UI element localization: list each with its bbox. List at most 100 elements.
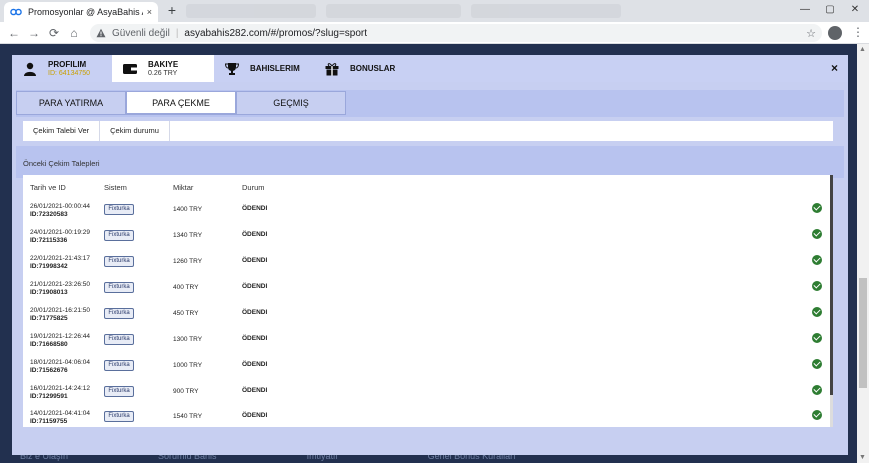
column-header-system: Sistem — [104, 183, 127, 192]
payment-system-badge: Fixturka — [104, 360, 134, 371]
bookmark-star-icon[interactable]: ☆ — [806, 27, 816, 40]
row-amount: 1540 TRY — [173, 413, 203, 420]
tab-my-bets[interactable]: BAHISLERIM — [214, 55, 314, 82]
row-date: 20/01/2021-16:21:50 — [30, 307, 90, 314]
row-date: 26/01/2021-00:00:44 — [30, 203, 90, 210]
table-scrollbar-thumb[interactable] — [830, 175, 833, 395]
site-favicon-icon — [10, 8, 22, 16]
row-id: ID:71998342 — [30, 263, 68, 270]
tab-withdraw[interactable]: PARA ÇEKME — [126, 91, 236, 115]
check-circle-icon — [812, 255, 822, 265]
row-status: ÖDENDI — [242, 257, 268, 264]
home-button[interactable]: ⌂ — [66, 25, 82, 41]
row-date-id: 20/01/2021-16:21:50 ID:71775825 — [30, 307, 90, 323]
row-status: ÖDENDI — [242, 335, 268, 342]
row-date-id: 19/01/2021-12:26:44 ID:71668580 — [30, 333, 90, 349]
tab-history[interactable]: GEÇMIŞ — [236, 91, 346, 115]
tab-balance-label: BAKIYE — [148, 59, 179, 69]
window-close-button[interactable]: ✕ — [843, 0, 867, 20]
table-row: 18/01/2021-04:06:04 ID:71562676 Fixturka … — [23, 356, 828, 382]
forward-button[interactable]: → — [26, 25, 42, 41]
row-status: ÖDENDI — [242, 387, 268, 394]
check-circle-icon — [812, 229, 822, 239]
tab-close-icon[interactable]: × — [147, 7, 152, 17]
payment-system-badge: Fixturka — [104, 230, 134, 241]
tab-deposit[interactable]: PARA YATIRMA — [16, 91, 126, 115]
row-status: ÖDENDI — [242, 231, 268, 238]
column-header-amount: Miktar — [173, 183, 194, 192]
account-modal: PROFILIM ID: 64134750 BAKIYE 0.26 TRY BAHI… — [12, 55, 848, 455]
scrollbar-thumb[interactable] — [859, 278, 867, 388]
gift-icon — [324, 62, 340, 76]
payment-system-badge: Fixturka — [104, 256, 134, 267]
table-row: 21/01/2021-23:26:50 ID:71908013 Fixturka … — [23, 278, 828, 304]
column-header-date: Tarih ve ID — [30, 183, 66, 192]
row-date: 16/01/2021-14:24:12 — [30, 385, 90, 392]
back-button[interactable]: ← — [6, 25, 22, 41]
withdrawals-table: Tarih ve ID Sistem Miktar Durum 26/01/20… — [23, 175, 833, 427]
section-band — [16, 146, 844, 178]
check-circle-icon — [812, 307, 822, 317]
check-circle-icon — [812, 359, 822, 369]
withdraw-request-button[interactable]: Çekim Talebi Ver — [23, 121, 101, 141]
user-id: ID: 64134750 — [48, 69, 91, 77]
row-status: ÖDENDI — [242, 412, 268, 419]
wallet-icon — [122, 62, 138, 76]
row-id: ID:71299591 — [30, 393, 68, 400]
row-amount: 450 TRY — [173, 310, 199, 317]
row-amount: 1400 TRY — [173, 206, 203, 213]
window-maximize-button[interactable]: ▢ — [818, 0, 842, 20]
reload-button[interactable]: ⟳ — [46, 25, 62, 41]
payment-system-badge: Fixturka — [104, 386, 134, 397]
window-minimize-button[interactable]: — — [793, 0, 817, 20]
check-circle-icon — [812, 410, 822, 420]
modal-close-icon[interactable]: × — [831, 61, 838, 75]
tab-bonuses[interactable]: BONUSLAR — [314, 55, 422, 82]
table-row: 24/01/2021-00:19:29 ID:72115336 Fixturka … — [23, 226, 828, 252]
scroll-up-icon[interactable]: ▲ — [859, 46, 866, 53]
payment-system-badge: Fixturka — [104, 282, 134, 293]
page-scrollbar[interactable]: ▲ ▼ — [857, 44, 869, 463]
url-input[interactable]: Güvenli değil | asyabahis282.com/#/promo… — [90, 24, 822, 42]
row-amount: 900 TRY — [173, 388, 199, 395]
table-scrollbar[interactable] — [830, 175, 833, 427]
row-status: ÖDENDI — [242, 361, 268, 368]
payment-subtabs: PARA YATIRMA PARA ÇEKME GEÇMIŞ — [16, 90, 844, 117]
row-amount: 1300 TRY — [173, 336, 203, 343]
row-id: ID:72320583 — [30, 211, 68, 218]
row-date: 18/01/2021-04:06:04 — [30, 359, 90, 366]
row-date-id: 18/01/2021-04:06:04 ID:71562676 — [30, 359, 90, 375]
modal-header: PROFILIM ID: 64134750 BAKIYE 0.26 TRY BAHI… — [12, 55, 848, 82]
row-amount: 1260 TRY — [173, 258, 203, 265]
row-date-id: 14/01/2021-04:41:04 ID:71159755 — [30, 410, 90, 426]
trophy-icon — [224, 62, 240, 76]
payment-system-badge: Fixturka — [104, 204, 134, 215]
browser-address-bar: ← → ⟳ ⌂ Güvenli değil | asyabahis282.com… — [0, 22, 869, 44]
row-id: ID:71562676 — [30, 367, 68, 374]
browser-tab-bar: Promosyonlar @ AsyaBahis Avru × + — ▢ ✕ — [0, 0, 869, 22]
check-circle-icon — [812, 333, 822, 343]
warning-icon[interactable] — [96, 28, 106, 38]
browser-menu-icon[interactable]: ⋮ — [852, 25, 864, 39]
payment-system-badge: Fixturka — [104, 411, 134, 422]
row-date-id: 26/01/2021-00:00:44 ID:72320583 — [30, 203, 90, 219]
table-row: 26/01/2021-00:00:44 ID:72320583 Fixturka … — [23, 200, 828, 226]
column-header-status: Durum — [242, 183, 265, 192]
tab-title: Promosyonlar @ AsyaBahis Avru — [28, 7, 143, 17]
scroll-down-icon[interactable]: ▼ — [859, 454, 866, 461]
background-tabs — [186, 4, 646, 18]
tab-balance[interactable]: BAKIYE 0.26 TRY — [112, 55, 214, 82]
tab-profile[interactable]: PROFILIM ID: 64134750 — [12, 55, 112, 82]
table-row: 20/01/2021-16:21:50 ID:71775825 Fixturka … — [23, 304, 828, 330]
table-row: 16/01/2021-14:24:12 ID:71299591 Fixturka … — [23, 382, 828, 408]
row-date: 14/01/2021-04:41:04 — [30, 410, 90, 417]
new-tab-button[interactable]: + — [164, 3, 180, 19]
withdraw-status-button[interactable]: Çekim durumu — [100, 121, 170, 141]
user-icon — [22, 62, 38, 76]
row-date-id: 22/01/2021-21:43:17 ID:71998342 — [30, 255, 90, 271]
tab-bonuses-label: BONUSLAR — [350, 64, 396, 73]
row-status: ÖDENDI — [242, 283, 268, 290]
browser-tab-promos[interactable]: Promosyonlar @ AsyaBahis Avru × — [4, 2, 158, 22]
profile-avatar-icon[interactable] — [828, 26, 842, 40]
row-id: ID:71775825 — [30, 315, 68, 322]
